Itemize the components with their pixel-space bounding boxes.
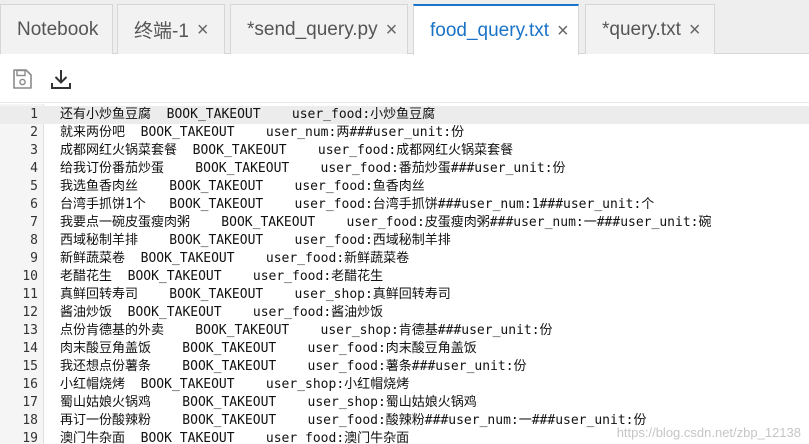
line-text: 肉末酸豆角盖饭 BOOK_TAKEOUT user_food:肉末酸豆角盖饭 — [60, 341, 477, 356]
tab-terminal-1[interactable]: 终端-1 × — [117, 4, 225, 54]
line-text: 新鲜蔬菜卷 BOOK_TAKEOUT user_food:新鲜蔬菜卷 — [60, 251, 410, 266]
tab-label: food_query.txt — [430, 19, 550, 41]
line-number: 7 — [30, 215, 38, 230]
tab-send-query-py[interactable]: *send_query.py × — [230, 4, 408, 54]
line-text: 酱油炒饭 BOOK_TAKEOUT user_food:酱油炒饭 — [60, 305, 384, 320]
tab-food-query-txt[interactable]: food_query.txt × — [413, 4, 579, 55]
editor-line[interactable]: 16 小红帽烧烤 BOOK_TAKEOUT user_shop:小红帽烧烤 — [0, 376, 809, 394]
download-icon — [51, 70, 71, 89]
tab-bar: Notebook 终端-1 × *send_query.py × food_qu… — [0, 0, 809, 55]
line-number: 3 — [30, 143, 38, 158]
editor-line[interactable]: 4 给我订份番茄炒蛋 BOOK_TAKEOUT user_food:番茄炒蛋###… — [0, 160, 809, 178]
save-icon — [13, 69, 32, 89]
editor-line[interactable]: 15 我还想点份薯条 BOOK_TAKEOUT user_food:薯条###us… — [0, 358, 809, 376]
close-icon[interactable]: × — [197, 20, 209, 40]
download-button[interactable] — [47, 65, 75, 93]
tab-label: Notebook — [17, 18, 99, 40]
tab-query-txt[interactable]: *query.txt × — [585, 4, 715, 54]
editor-line[interactable]: 14 肉末酸豆角盖饭 BOOK_TAKEOUT user_food:肉末酸豆角盖饭 — [0, 340, 809, 358]
line-text: 还有小炒鱼豆腐 BOOK_TAKEOUT user_food:小炒鱼豆腐 — [60, 107, 436, 122]
line-number: 5 — [30, 179, 38, 194]
line-text: 小红帽烧烤 BOOK_TAKEOUT user_shop:小红帽烧烤 — [60, 377, 410, 392]
editor-line[interactable]: 9 新鲜蔬菜卷 BOOK_TAKEOUT user_food:新鲜蔬菜卷 — [0, 250, 809, 268]
tab-label: *query.txt — [602, 18, 681, 40]
line-text: 蜀山姑娘火锅鸡 BOOK_TAKEOUT user_shop:蜀山姑娘火锅鸡 — [60, 395, 477, 410]
close-icon[interactable]: × — [386, 20, 398, 40]
line-text: 西域秘制羊排 BOOK_TAKEOUT user_food:西域秘制羊排 — [60, 233, 451, 248]
line-text: 点份肯德基的外卖 BOOK_TAKEOUT user_shop:肯德基###us… — [60, 323, 553, 338]
line-number: 13 — [22, 323, 38, 338]
toolbar — [0, 55, 809, 103]
line-text: 再订一份酸辣粉 BOOK_TAKEOUT user_food:酸辣粉###use… — [60, 413, 647, 428]
line-text: 我选鱼香肉丝 BOOK_TAKEOUT user_food:鱼香肉丝 — [60, 179, 425, 194]
editor-line[interactable]: 6 台湾手抓饼1个 BOOK_TAKEOUT user_food:台湾手抓饼###… — [0, 196, 809, 214]
editor-line[interactable]: 1 还有小炒鱼豆腐 BOOK_TAKEOUT user_food:小炒鱼豆腐 — [0, 106, 809, 124]
line-text: 就来两份吧 BOOK_TAKEOUT user_num:两###user_uni… — [60, 125, 465, 140]
tab-label: 终端-1 — [134, 21, 189, 42]
editor-line[interactable]: 7 我要点一碗皮蛋瘦肉粥 BOOK_TAKEOUT user_food:皮蛋瘦肉粥… — [0, 214, 809, 232]
line-number: 9 — [30, 251, 38, 266]
line-number: 11 — [22, 287, 38, 302]
line-text: 台湾手抓饼1个 BOOK_TAKEOUT user_food:台湾手抓饼###u… — [60, 197, 655, 212]
line-text: 澳门牛杂面 BOOK_TAKEOUT user_food:澳门牛杂面 — [60, 431, 410, 444]
line-number: 8 — [30, 233, 38, 248]
line-number: 15 — [22, 359, 38, 374]
tab-label: *send_query.py — [247, 18, 378, 40]
line-number: 16 — [22, 377, 38, 392]
editor-window: Notebook 终端-1 × *send_query.py × food_qu… — [0, 0, 809, 444]
line-number: 4 — [30, 161, 38, 176]
editor-lines: 1 还有小炒鱼豆腐 BOOK_TAKEOUT user_food:小炒鱼豆腐 2 就来… — [0, 106, 809, 444]
editor-line[interactable]: 10 老醋花生 BOOK_TAKEOUT user_food:老醋花生 — [0, 268, 809, 286]
editor-line[interactable]: 17 蜀山姑娘火锅鸡 BOOK_TAKEOUT user_shop:蜀山姑娘火锅鸡 — [0, 394, 809, 412]
line-number: 19 — [22, 431, 38, 444]
tab-notebook[interactable]: Notebook — [0, 4, 113, 54]
editor-line[interactable]: 8 西域秘制羊排 BOOK_TAKEOUT user_food:西域秘制羊排 — [0, 232, 809, 250]
close-icon[interactable]: × — [557, 21, 569, 41]
editor-line[interactable]: 12 酱油炒饭 BOOK_TAKEOUT user_food:酱油炒饭 — [0, 304, 809, 322]
watermark: https://blog.csdn.net/zbp_12138 — [616, 425, 801, 440]
line-text: 我还想点份薯条 BOOK_TAKEOUT user_food:薯条###user… — [60, 359, 527, 374]
line-number: 2 — [30, 125, 38, 140]
close-icon[interactable]: × — [689, 20, 701, 40]
line-text: 我要点一碗皮蛋瘦肉粥 BOOK_TAKEOUT user_food:皮蛋瘦肉粥#… — [60, 215, 712, 230]
save-button[interactable] — [8, 65, 36, 93]
line-text: 成都网红火锅菜套餐 BOOK_TAKEOUT user_food:成都网红火锅菜… — [60, 143, 514, 158]
editor-line[interactable]: 2 就来两份吧 BOOK_TAKEOUT user_num:两###user_un… — [0, 124, 809, 142]
line-number: 14 — [22, 341, 38, 356]
line-number: 12 — [22, 305, 38, 320]
text-editor[interactable]: 1 还有小炒鱼豆腐 BOOK_TAKEOUT user_food:小炒鱼豆腐 2 就来… — [0, 104, 809, 444]
line-number: 10 — [22, 269, 38, 284]
line-number: 1 — [30, 107, 38, 122]
line-text: 给我订份番茄炒蛋 BOOK_TAKEOUT user_food:番茄炒蛋###u… — [60, 161, 566, 176]
line-text: 老醋花生 BOOK_TAKEOUT user_food:老醋花生 — [60, 269, 384, 284]
line-number: 18 — [22, 413, 38, 428]
editor-line[interactable]: 13 点份肯德基的外卖 BOOK_TAKEOUT user_shop:肯德基###… — [0, 322, 809, 340]
line-text: 真鲜回转寿司 BOOK_TAKEOUT user_shop:真鲜回转寿司 — [60, 287, 451, 302]
editor-line[interactable]: 3 成都网红火锅菜套餐 BOOK_TAKEOUT user_food:成都网红火锅… — [0, 142, 809, 160]
editor-line[interactable]: 5 我选鱼香肉丝 BOOK_TAKEOUT user_food:鱼香肉丝 — [0, 178, 809, 196]
editor-line[interactable]: 11 真鲜回转寿司 BOOK_TAKEOUT user_shop:真鲜回转寿司 — [0, 286, 809, 304]
line-number: 17 — [22, 395, 38, 410]
line-number: 6 — [30, 197, 38, 212]
